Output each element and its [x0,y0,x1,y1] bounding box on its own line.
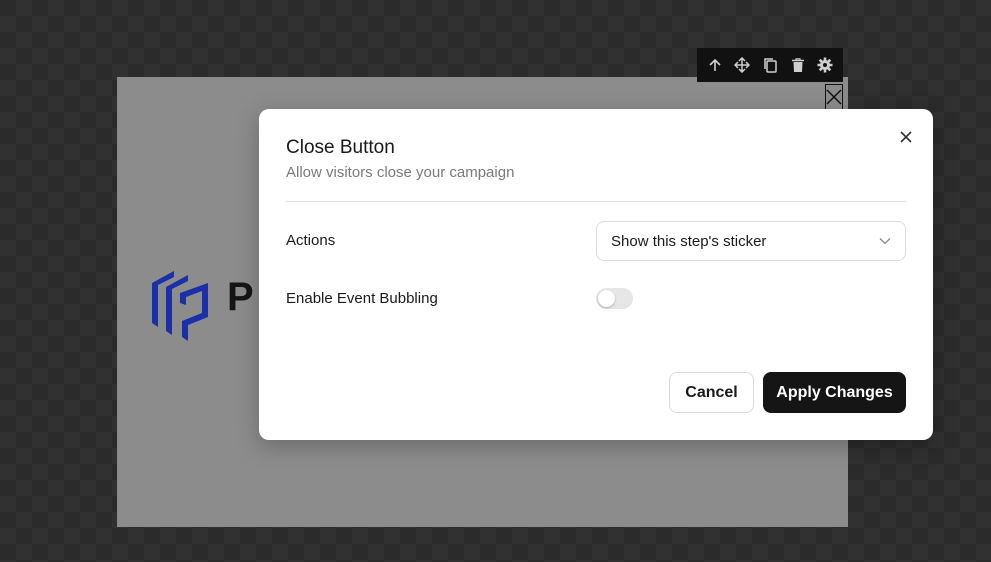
move-icon[interactable] [729,52,755,78]
modal-subtitle: Allow visitors close your campaign [286,164,515,181]
actions-label: Actions [286,232,336,249]
actions-select[interactable]: Show this step's sticker [596,221,906,261]
divider [286,201,906,202]
close-button-settings-modal: Close Button Allow visitors close your c… [259,109,933,440]
modal-title: Close Button [286,137,395,158]
campaign-close-button[interactable] [825,84,843,110]
chevron-down-icon [879,232,891,250]
toggle-knob [598,290,615,307]
apply-changes-button[interactable]: Apply Changes [763,372,906,413]
close-icon[interactable] [897,128,915,146]
cancel-button[interactable]: Cancel [669,372,754,413]
element-toolbar [697,48,843,82]
gear-icon[interactable] [812,52,838,78]
brand-logo [152,265,272,341]
copy-icon[interactable] [757,52,783,78]
trash-icon[interactable] [785,52,811,78]
event-bubbling-toggle[interactable] [596,288,633,309]
arrow-up-icon[interactable] [702,52,728,78]
event-bubbling-label: Enable Event Bubbling [286,290,438,307]
brand-logo-text: P [227,275,254,319]
actions-select-value: Show this step's sticker [611,232,767,250]
